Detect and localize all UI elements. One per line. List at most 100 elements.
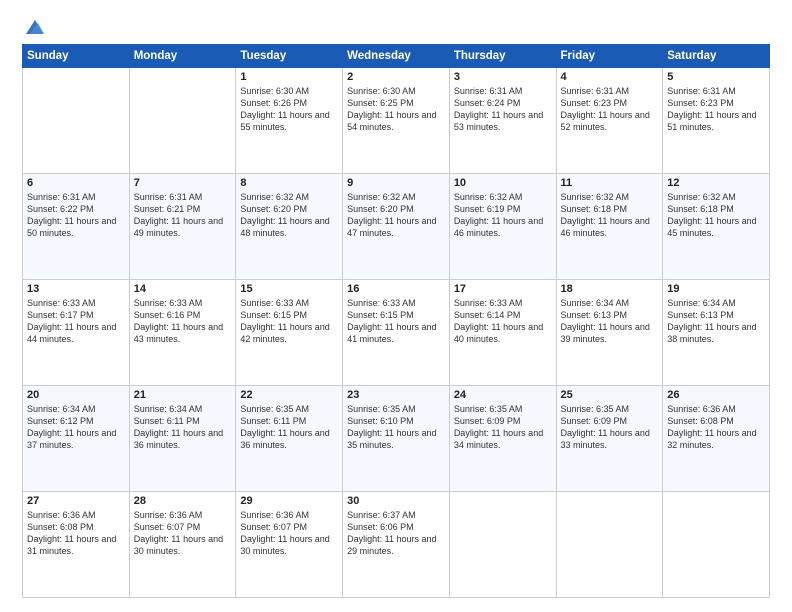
day-number: 26	[667, 389, 765, 401]
calendar-cell: 2 Sunrise: 6:30 AMSunset: 6:25 PMDaylight…	[343, 68, 450, 174]
calendar-week-row: 1 Sunrise: 6:30 AMSunset: 6:26 PMDaylight…	[23, 68, 770, 174]
day-number: 2	[347, 71, 445, 83]
calendar-cell	[663, 492, 770, 598]
day-number: 8	[240, 177, 338, 189]
day-info: Sunrise: 6:33 AMSunset: 6:16 PMDaylight:…	[134, 297, 232, 346]
day-info: Sunrise: 6:36 AMSunset: 6:08 PMDaylight:…	[27, 509, 125, 558]
calendar-week-row: 6Sunrise: 6:31 AMSunset: 6:22 PMDaylight…	[23, 174, 770, 280]
calendar-cell	[449, 492, 556, 598]
day-info: Sunrise: 6:35 AMSunset: 6:10 PMDaylight:…	[347, 403, 445, 452]
calendar-cell: 14 Sunrise: 6:33 AMSunset: 6:16 PMDayligh…	[129, 280, 236, 386]
day-number: 29	[240, 495, 338, 507]
day-number: 22	[240, 389, 338, 401]
day-info: Sunrise: 6:37 AMSunset: 6:06 PMDaylight:…	[347, 509, 445, 558]
calendar-cell: 1 Sunrise: 6:30 AMSunset: 6:26 PMDaylight…	[236, 68, 343, 174]
day-info: Sunrise: 6:34 AMSunset: 6:13 PMDaylight:…	[561, 297, 659, 346]
day-number: 1	[240, 71, 338, 83]
page: SundayMondayTuesdayWednesdayThursdayFrid…	[0, 0, 792, 612]
day-info: Sunrise: 6:33 AMSunset: 6:17 PMDaylight:…	[27, 297, 125, 346]
calendar-cell: 19 Sunrise: 6:34 AMSunset: 6:13 PMDayligh…	[663, 280, 770, 386]
day-number: 3	[454, 71, 552, 83]
day-number: 30	[347, 495, 445, 507]
calendar-day-header: Friday	[556, 45, 663, 68]
calendar-day-header: Saturday	[663, 45, 770, 68]
calendar-cell: 26 Sunrise: 6:36 AMSunset: 6:08 PMDayligh…	[663, 386, 770, 492]
day-number: 12	[667, 177, 765, 189]
day-number: 15	[240, 283, 338, 295]
day-number: 20	[27, 389, 125, 401]
day-number: 23	[347, 389, 445, 401]
calendar-day-header: Tuesday	[236, 45, 343, 68]
calendar-cell: 23 Sunrise: 6:35 AMSunset: 6:10 PMDayligh…	[343, 386, 450, 492]
day-number: 24	[454, 389, 552, 401]
calendar-cell: 17 Sunrise: 6:33 AMSunset: 6:14 PMDayligh…	[449, 280, 556, 386]
day-number: 16	[347, 283, 445, 295]
calendar-cell	[556, 492, 663, 598]
calendar-cell: 7 Sunrise: 6:31 AMSunset: 6:21 PMDaylight…	[129, 174, 236, 280]
calendar-cell	[129, 68, 236, 174]
day-info: Sunrise: 6:32 AMSunset: 6:18 PMDaylight:…	[561, 191, 659, 240]
calendar-cell: 24 Sunrise: 6:35 AMSunset: 6:09 PMDayligh…	[449, 386, 556, 492]
calendar-week-row: 27 Sunrise: 6:36 AMSunset: 6:08 PMDayligh…	[23, 492, 770, 598]
calendar-cell: 3 Sunrise: 6:31 AMSunset: 6:24 PMDaylight…	[449, 68, 556, 174]
day-number: 6	[27, 177, 125, 189]
day-info: Sunrise: 6:30 AMSunset: 6:25 PMDaylight:…	[347, 85, 445, 134]
calendar-day-header: Wednesday	[343, 45, 450, 68]
calendar-cell: 22 Sunrise: 6:35 AMSunset: 6:11 PMDayligh…	[236, 386, 343, 492]
day-info: Sunrise: 6:36 AMSunset: 6:07 PMDaylight:…	[134, 509, 232, 558]
calendar-cell: 16Sunrise: 6:33 AMSunset: 6:15 PMDayligh…	[343, 280, 450, 386]
calendar-cell: 25 Sunrise: 6:35 AMSunset: 6:09 PMDayligh…	[556, 386, 663, 492]
day-number: 27	[27, 495, 125, 507]
day-info: Sunrise: 6:36 AMSunset: 6:08 PMDaylight:…	[667, 403, 765, 452]
logo-icon	[24, 18, 46, 36]
day-number: 13	[27, 283, 125, 295]
calendar-cell: 18 Sunrise: 6:34 AMSunset: 6:13 PMDayligh…	[556, 280, 663, 386]
calendar-week-row: 13 Sunrise: 6:33 AMSunset: 6:17 PMDayligh…	[23, 280, 770, 386]
day-number: 4	[561, 71, 659, 83]
day-info: Sunrise: 6:35 AMSunset: 6:09 PMDaylight:…	[561, 403, 659, 452]
day-info: Sunrise: 6:33 AMSunset: 6:15 PMDaylight:…	[240, 297, 338, 346]
day-info: Sunrise: 6:34 AMSunset: 6:11 PMDaylight:…	[134, 403, 232, 452]
calendar-cell: 30 Sunrise: 6:37 AMSunset: 6:06 PMDayligh…	[343, 492, 450, 598]
day-number: 19	[667, 283, 765, 295]
calendar-day-header: Thursday	[449, 45, 556, 68]
calendar-cell: 15 Sunrise: 6:33 AMSunset: 6:15 PMDayligh…	[236, 280, 343, 386]
day-info: Sunrise: 6:32 AMSunset: 6:19 PMDaylight:…	[454, 191, 552, 240]
calendar-table: SundayMondayTuesdayWednesdayThursdayFrid…	[22, 44, 770, 598]
day-number: 11	[561, 177, 659, 189]
calendar-day-header: Monday	[129, 45, 236, 68]
calendar-day-header: Sunday	[23, 45, 130, 68]
calendar-cell: 21 Sunrise: 6:34 AMSunset: 6:11 PMDayligh…	[129, 386, 236, 492]
day-info: Sunrise: 6:31 AMSunset: 6:23 PMDaylight:…	[561, 85, 659, 134]
day-number: 28	[134, 495, 232, 507]
calendar-cell	[23, 68, 130, 174]
day-number: 7	[134, 177, 232, 189]
day-number: 17	[454, 283, 552, 295]
day-info: Sunrise: 6:34 AMSunset: 6:12 PMDaylight:…	[27, 403, 125, 452]
day-info: Sunrise: 6:32 AMSunset: 6:20 PMDaylight:…	[240, 191, 338, 240]
calendar-cell: 28 Sunrise: 6:36 AMSunset: 6:07 PMDayligh…	[129, 492, 236, 598]
calendar-header-row: SundayMondayTuesdayWednesdayThursdayFrid…	[23, 45, 770, 68]
calendar-cell: 27 Sunrise: 6:36 AMSunset: 6:08 PMDayligh…	[23, 492, 130, 598]
header	[22, 18, 770, 36]
day-number: 14	[134, 283, 232, 295]
day-number: 18	[561, 283, 659, 295]
calendar-cell: 9 Sunrise: 6:32 AMSunset: 6:20 PMDaylight…	[343, 174, 450, 280]
day-info: Sunrise: 6:31 AMSunset: 6:21 PMDaylight:…	[134, 191, 232, 240]
day-info: Sunrise: 6:34 AMSunset: 6:13 PMDaylight:…	[667, 297, 765, 346]
calendar-cell: 20 Sunrise: 6:34 AMSunset: 6:12 PMDayligh…	[23, 386, 130, 492]
calendar-cell: 5Sunrise: 6:31 AMSunset: 6:23 PMDaylight…	[663, 68, 770, 174]
calendar-cell: 13 Sunrise: 6:33 AMSunset: 6:17 PMDayligh…	[23, 280, 130, 386]
day-info: Sunrise: 6:31 AMSunset: 6:24 PMDaylight:…	[454, 85, 552, 134]
day-number: 10	[454, 177, 552, 189]
day-info: Sunrise: 6:30 AMSunset: 6:26 PMDaylight:…	[240, 85, 338, 134]
day-number: 25	[561, 389, 659, 401]
day-number: 21	[134, 389, 232, 401]
day-info: Sunrise: 6:33 AMSunset: 6:14 PMDaylight:…	[454, 297, 552, 346]
day-info: Sunrise: 6:35 AMSunset: 6:11 PMDaylight:…	[240, 403, 338, 452]
day-info: Sunrise: 6:32 AMSunset: 6:20 PMDaylight:…	[347, 191, 445, 240]
day-number: 9	[347, 177, 445, 189]
calendar-cell: 12Sunrise: 6:32 AMSunset: 6:18 PMDayligh…	[663, 174, 770, 280]
calendar-cell: 4 Sunrise: 6:31 AMSunset: 6:23 PMDaylight…	[556, 68, 663, 174]
day-info: Sunrise: 6:35 AMSunset: 6:09 PMDaylight:…	[454, 403, 552, 452]
